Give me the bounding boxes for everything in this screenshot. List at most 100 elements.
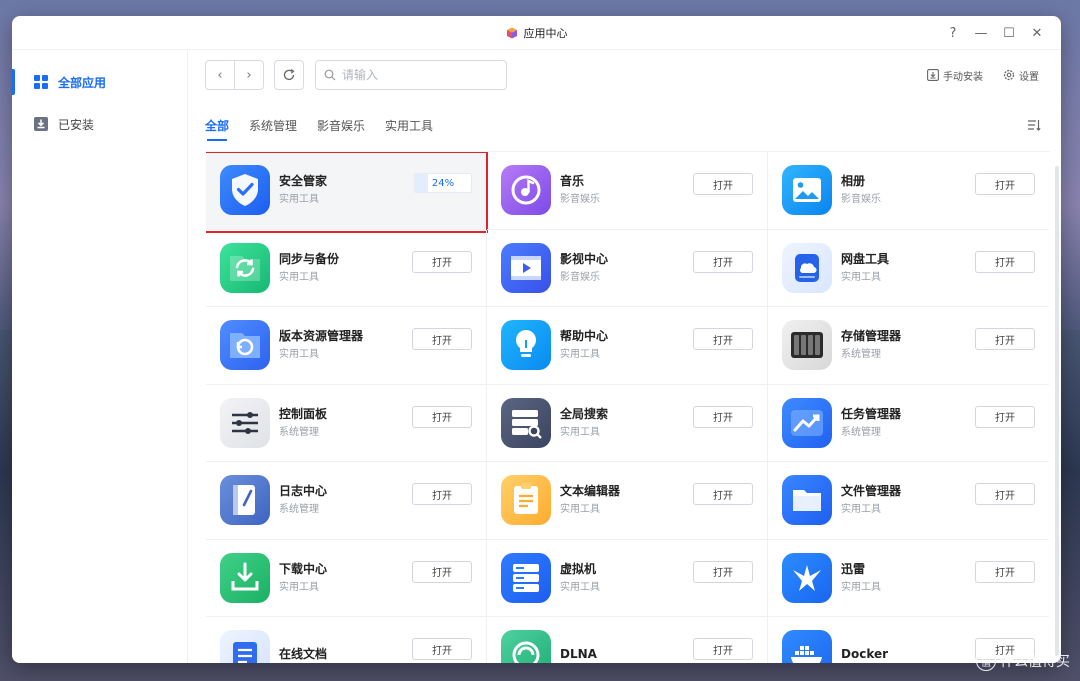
sort-list-icon (1028, 120, 1041, 131)
open-button[interactable]: 打开 (693, 638, 753, 660)
app-card-text: 版本资源管理器 实用工具 (279, 327, 407, 363)
sidebar-item-all-apps[interactable]: 全部应用 (12, 61, 187, 103)
watermark-text: 什么值得买 (1000, 654, 1070, 670)
maximize-button[interactable]: ☐ (997, 21, 1021, 45)
search-input[interactable] (342, 68, 492, 82)
help-button[interactable]: ? (941, 21, 965, 45)
app-card[interactable]: 影视中心 影音娱乐 打开 (487, 229, 768, 307)
app-card[interactable]: 日志中心 系统管理 打开 (206, 462, 487, 540)
app-card[interactable]: 相册 影音娱乐 打开 (768, 152, 1049, 230)
app-name: 文本编辑器 (560, 484, 621, 499)
app-card[interactable]: 文本编辑器 实用工具 打开 (487, 462, 768, 540)
app-card[interactable]: 文件管理器 实用工具 打开 (768, 462, 1049, 540)
watermark: 值 什么值得买 (976, 651, 1070, 671)
app-name: 控制面板 (279, 406, 328, 421)
app-category: 实用工具 (841, 271, 881, 283)
app-card[interactable]: 安全管家 实用工具 24% (206, 152, 488, 233)
app-card[interactable]: 网盘工具实用工具 打开 (768, 230, 1049, 307)
settings-label: 设置 (1019, 71, 1039, 83)
refresh-icon (283, 68, 295, 81)
thunder-bird-icon (782, 552, 832, 603)
open-button[interactable]: 打开 (412, 560, 472, 583)
app-card[interactable]: 同步与备份 实用工具 打开 (206, 229, 487, 307)
category-tabs: 全部 系统管理 影音娱乐 实用工具 (189, 99, 1061, 151)
app-name: 下载中心 (279, 561, 328, 576)
app-card[interactable]: 在线文档 打开 (206, 617, 487, 663)
manual-install-button[interactable]: 手动安装 (927, 68, 983, 83)
app-category: 实用工具 (279, 581, 319, 593)
tab-system-management[interactable]: 系统管理 (249, 99, 297, 151)
sidebar-item-installed[interactable]: 已安装 (12, 103, 187, 145)
close-button[interactable]: ✕ (1025, 21, 1049, 45)
app-name: 帮助中心 (560, 329, 609, 344)
manual-install-label: 手动安装 (943, 71, 983, 83)
open-button[interactable]: 打开 (975, 405, 1035, 428)
sync-folder-icon (220, 242, 270, 293)
app-card-text: 在线文档 (279, 645, 407, 663)
app-card[interactable]: 存储管理器 系统管理 打开 (768, 307, 1049, 385)
tab-utilities[interactable]: 实用工具 (385, 99, 433, 151)
app-card-text: 文本编辑器 实用工具 (560, 482, 688, 518)
minimize-button[interactable]: — (969, 21, 993, 45)
refresh-button[interactable] (274, 60, 304, 90)
search-icon (324, 69, 336, 81)
open-button[interactable]: 打开 (693, 250, 753, 273)
app-card-text: 存储管理器 系统管理 (841, 327, 969, 363)
tab-all[interactable]: 全部 (205, 99, 229, 151)
open-button[interactable]: 打开 (412, 638, 472, 660)
open-button[interactable]: 打开 (975, 250, 1035, 273)
app-card-text: 同步与备份 实用工具 (279, 250, 407, 286)
cloud-drive-icon (782, 242, 832, 293)
forward-button[interactable]: › (234, 61, 263, 89)
download-box-icon (34, 117, 48, 131)
app-card[interactable]: 音乐 影音娱乐 打开 (487, 152, 768, 230)
open-button[interactable]: 打开 (975, 328, 1035, 350)
open-button[interactable]: 打开 (975, 173, 1035, 195)
scrollbar[interactable] (1055, 166, 1059, 656)
app-card[interactable]: 虚拟机 实用工具 打开 (487, 539, 768, 617)
tab-media-entertainment[interactable]: 影音娱乐 (317, 99, 365, 151)
app-card[interactable]: 下载中心实用工具 打开 (206, 539, 487, 617)
app-name: 迅雷 (841, 561, 866, 576)
window-title: 应用中心 (523, 26, 568, 40)
notepad-icon (501, 475, 551, 526)
sliders-icon (220, 397, 270, 448)
app-card[interactable]: 迅雷实用工具 打开 (768, 540, 1049, 617)
open-button[interactable]: 打开 (412, 250, 472, 273)
folder-icon (782, 475, 832, 526)
app-card[interactable]: 任务管理器 系统管理 打开 (768, 385, 1049, 462)
search-field (315, 60, 507, 90)
server-search-icon (501, 397, 551, 448)
app-card[interactable]: 帮助中心 实用工具 打开 (487, 307, 768, 385)
settings-button[interactable]: 设置 (1003, 68, 1039, 83)
open-button[interactable]: 打开 (693, 328, 753, 350)
open-button[interactable]: 打开 (693, 560, 753, 583)
app-card-text: 帮助中心 实用工具 (560, 327, 688, 363)
open-button[interactable]: 打开 (412, 405, 472, 428)
window-controls: ? — ☐ ✕ (941, 16, 1049, 50)
open-button[interactable]: 打开 (693, 405, 753, 428)
toolbar-actions: 手动安装 设置 (927, 51, 1039, 99)
app-name: 网盘工具 (841, 251, 890, 266)
app-category: 系统管理 (841, 349, 881, 361)
toolbar: ‹ › 请输入 手动安装 设置 (189, 51, 1061, 99)
open-button[interactable]: 打开 (975, 483, 1035, 505)
open-button[interactable]: 打开 (412, 483, 472, 505)
app-card[interactable]: DLNA 打开 (487, 617, 768, 663)
app-card[interactable]: 控制面板 系统管理 打开 (206, 384, 487, 462)
back-button[interactable]: ‹ (206, 61, 234, 89)
open-button[interactable]: 打开 (412, 328, 472, 350)
app-name: DLNA (560, 647, 597, 662)
app-category: 实用工具 (841, 581, 881, 593)
app-category: 实用工具 (279, 271, 319, 283)
dlna-icon (501, 630, 551, 663)
app-card[interactable]: 版本资源管理器 实用工具 打开 (206, 307, 487, 385)
docker-whale-icon (782, 630, 832, 663)
open-button[interactable]: 打开 (975, 560, 1035, 583)
lightbulb-icon (501, 320, 551, 371)
app-card[interactable]: 全局搜索 实用工具 打开 (487, 384, 768, 462)
open-button[interactable]: 打开 (693, 173, 753, 195)
open-button[interactable]: 打开 (693, 483, 753, 505)
sort-button[interactable] (1027, 117, 1041, 136)
app-card-text: 相册 影音娱乐 (841, 172, 969, 208)
